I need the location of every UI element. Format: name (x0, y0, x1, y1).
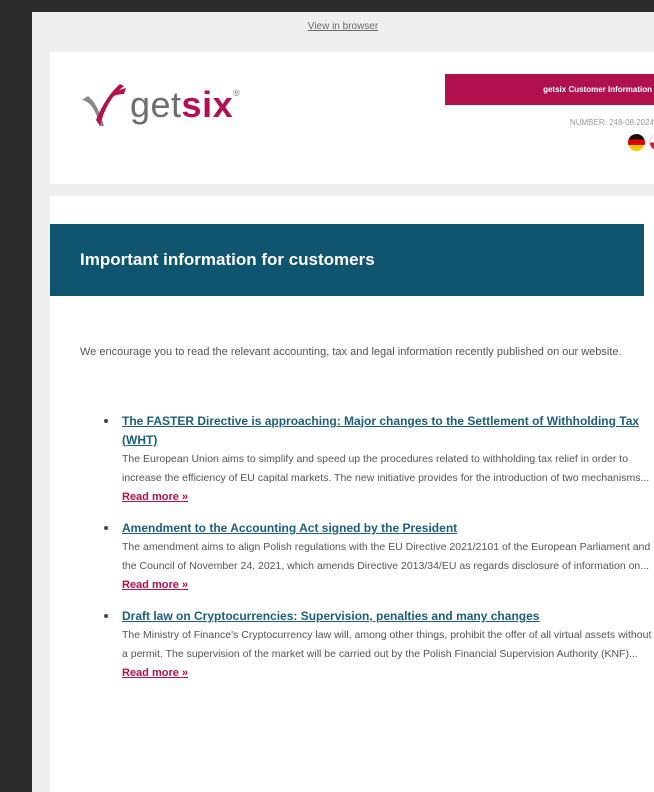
article-title-link[interactable]: The FASTER Directive is approaching: Maj… (122, 412, 654, 450)
article-description: The European Union aims to simplify and … (122, 453, 650, 484)
intro-text: We encourage you to read the relevant ac… (80, 346, 622, 358)
read-more-link[interactable]: Read more » (122, 663, 188, 683)
article-list: The FASTER Directive is approaching: Maj… (98, 412, 654, 695)
logo-wordmark: getsix® (130, 84, 240, 126)
customer-information-badge: getsix Customer Information (445, 74, 654, 105)
list-item: Amendment to the Accounting Act signed b… (98, 519, 654, 595)
list-item: The FASTER Directive is approaching: Maj… (98, 412, 654, 507)
bullet-icon (104, 526, 108, 530)
page-title-banner: Important information for customers (50, 224, 644, 296)
bullet-icon (104, 614, 108, 618)
de-flag-icon[interactable] (628, 134, 645, 151)
getsix-logo-icon (82, 84, 126, 126)
content-card: Important information for customers We e… (50, 196, 654, 792)
logo-registered-mark: ® (233, 88, 241, 98)
read-more-link[interactable]: Read more » (122, 575, 188, 595)
logo-six: six (181, 84, 234, 125)
article-description: The Ministry of Finance's Cryptocurrency… (122, 629, 652, 660)
article-description: The amendment aims to align Polish regul… (122, 541, 651, 572)
article-title-link[interactable]: Draft law on Cryptocurrencies: Supervisi… (122, 607, 654, 626)
email-sheet: View in browser getsix® getsix Customer … (32, 12, 654, 792)
pl-flag-icon[interactable] (649, 134, 654, 151)
issue-number: NUMBER: 248-08.2024 (569, 118, 654, 127)
logo-get: get (130, 84, 182, 125)
language-flags (628, 134, 654, 152)
read-more-link[interactable]: Read more » (122, 487, 188, 507)
article-title-link[interactable]: Amendment to the Accounting Act signed b… (122, 519, 654, 538)
view-in-browser-link[interactable]: View in browser (32, 21, 654, 32)
getsix-logo[interactable]: getsix® (80, 80, 300, 130)
header-card: getsix® getsix Customer Information NUMB… (50, 52, 654, 184)
bullet-icon (104, 419, 108, 423)
list-item: Draft law on Cryptocurrencies: Supervisi… (98, 607, 654, 683)
